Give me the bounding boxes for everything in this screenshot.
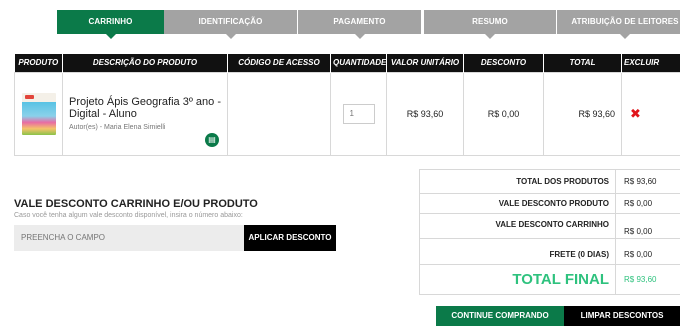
final-total-label: TOTAL FINAL <box>419 264 616 295</box>
checkout-steps: CARRINHO IDENTIFICAÇÃO PAGAMENTO RESUMO … <box>13 10 680 40</box>
total-cell: R$ 93,60 <box>543 71 622 156</box>
header-description: DESCRIÇÃO DO PRODUTO <box>62 54 228 72</box>
continue-shopping-button[interactable]: CONTINUE COMPRANDO <box>436 306 564 326</box>
cart-discount-value: R$ 0,00 <box>615 213 680 239</box>
totals-row-shipping: FRETE (0 DIAS) R$ 0,00 <box>419 238 680 265</box>
product-cover-image[interactable] <box>21 92 56 135</box>
discount-cell: R$ 0,00 <box>463 71 544 156</box>
step-identification[interactable]: IDENTIFICAÇÃO <box>164 10 297 39</box>
step-summary[interactable]: RESUMO <box>424 10 556 39</box>
step-cart[interactable]: CARRINHO <box>57 10 164 39</box>
cart-item-row: Projeto Ápis Geografia 3º ano - Digital … <box>14 71 680 156</box>
quantity-input[interactable] <box>342 103 375 124</box>
totals-row-cart-discount: VALE DESCONTO CARRINHO R$ 0,00 <box>419 213 680 239</box>
product-description-cell: Projeto Ápis Geografia 3º ano - Digital … <box>62 71 228 156</box>
header-total: TOTAL <box>543 54 622 72</box>
unit-price-cell: R$ 93,60 <box>386 71 464 156</box>
step-payment[interactable]: PAGAMENTO <box>298 10 421 39</box>
voucher-title: VALE DESCONTO CARRINHO E/OU PRODUTO <box>14 198 258 210</box>
header-quantity: QUANTIDADE <box>330 54 387 72</box>
product-thumbnail-cell <box>14 71 63 156</box>
final-total-value: R$ 93,60 <box>615 264 680 295</box>
cart-discount-label: VALE DESCONTO CARRINHO <box>419 213 616 239</box>
product-discount-label: VALE DESCONTO PRODUTO <box>419 193 616 214</box>
header-discount: DESCONTO <box>463 54 544 72</box>
header-remove: EXCLUIR <box>621 54 680 72</box>
shipping-label: FRETE (0 DIAS) <box>419 238 616 265</box>
totals-row-product-discount: VALE DESCONTO PRODUTO R$ 0,00 <box>419 193 680 214</box>
access-code-cell <box>227 71 331 156</box>
cart-header-row: PRODUTO DESCRIÇÃO DO PRODUTO CÓDIGO DE A… <box>14 54 680 72</box>
products-total-value: R$ 93,60 <box>615 169 680 194</box>
shipping-value: R$ 0,00 <box>615 238 680 265</box>
voucher-code-input[interactable] <box>14 225 244 251</box>
header-access-code: CÓDIGO DE ACESSO <box>227 54 331 72</box>
product-name[interactable]: Projeto Ápis Geografia 3º ano - Digital … <box>69 96 227 120</box>
product-author: Autor(es) - Maria Elena Simielli <box>69 124 166 131</box>
products-total-label: TOTAL DOS PRODUTOS <box>419 169 616 194</box>
cart-table: PRODUTO DESCRIÇÃO DO PRODUTO CÓDIGO DE A… <box>14 54 680 156</box>
remove-cell: ✖ <box>621 71 680 156</box>
totals-row-products: TOTAL DOS PRODUTOS R$ 93,60 <box>419 169 680 194</box>
product-discount-value: R$ 0,00 <box>615 193 680 214</box>
header-unit-price: VALOR UNITÁRIO <box>386 54 464 72</box>
apply-discount-button[interactable]: APLICAR DESCONTO <box>244 225 336 251</box>
step-reader-assignment[interactable]: ATRIBUIÇÃO DE LEITORES <box>557 10 680 39</box>
clear-discounts-button[interactable]: LIMPAR DESCONTOS <box>564 306 680 326</box>
header-product: PRODUTO <box>14 54 63 72</box>
ebook-icon: ▤ <box>205 132 219 147</box>
totals-row-final: TOTAL FINAL R$ 93,60 <box>419 264 680 295</box>
quantity-cell <box>330 71 387 156</box>
totals-table: TOTAL DOS PRODUTOS R$ 93,60 VALE DESCONT… <box>419 169 680 295</box>
remove-icon[interactable]: ✖ <box>630 106 641 121</box>
voucher-help-text: Caso você tenha algum vale desconto disp… <box>14 212 243 219</box>
